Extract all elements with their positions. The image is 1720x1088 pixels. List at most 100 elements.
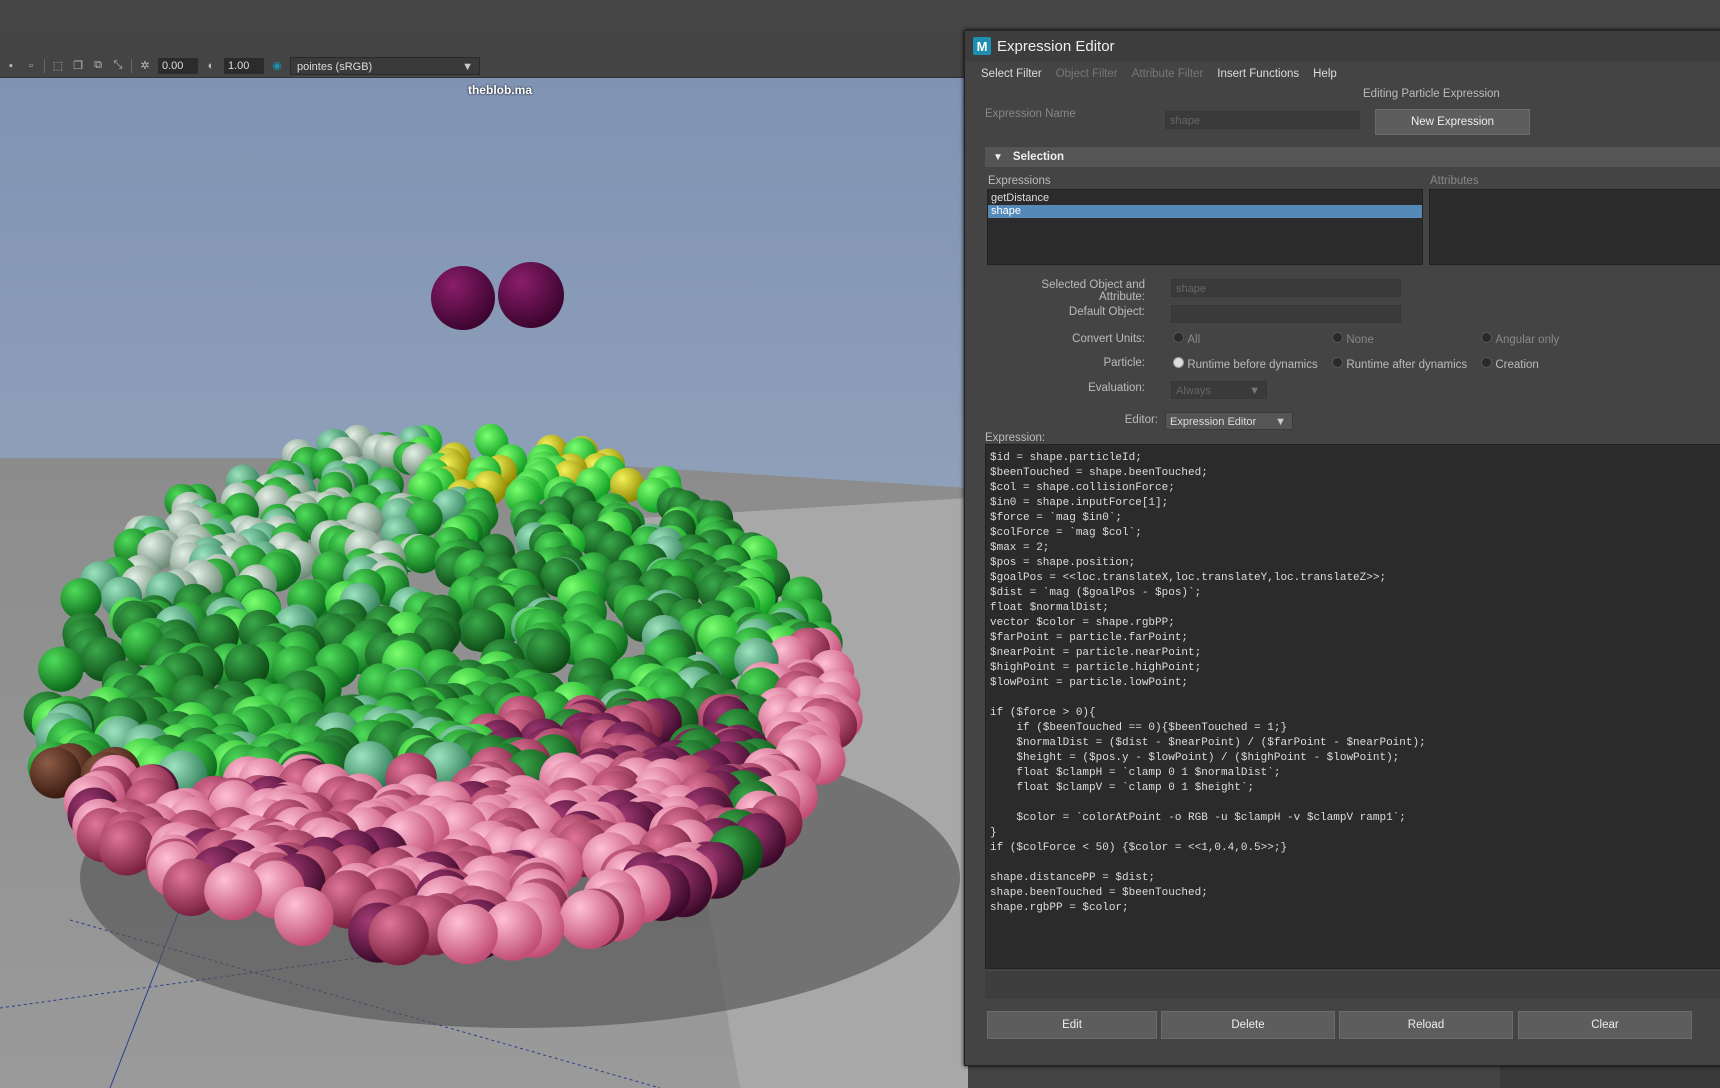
list-item-getdistance[interactable]: getDistance bbox=[988, 192, 1422, 205]
chevron-down-icon: ▼ bbox=[462, 60, 473, 73]
expression-label: Expression: bbox=[985, 432, 1046, 444]
code-line: $color = `colorAtPoint -o RGB -u $clampH… bbox=[990, 812, 1406, 824]
code-line: $goalPos = <<loc.translateX,loc.translat… bbox=[990, 572, 1387, 584]
delete-button[interactable]: Delete bbox=[1161, 1011, 1335, 1039]
colorspace-dropdown[interactable]: pointes (sRGB) ▼ bbox=[290, 56, 480, 75]
menu-bar: Select Filter Object Filter Attribute Fi… bbox=[965, 63, 1720, 85]
code-line: $dist = `mag ($goalPos - $pos)`; bbox=[990, 587, 1202, 599]
code-line: shape.distancePP = $dist; bbox=[990, 872, 1156, 884]
editor-value: Expression Editor bbox=[1170, 416, 1257, 428]
scene-file-title: theblob.ma bbox=[467, 83, 532, 97]
radio-label: Angular only bbox=[1495, 334, 1560, 346]
code-line: $in0 = shape.inputForce[1]; bbox=[990, 497, 1169, 509]
particle-sphere bbox=[38, 646, 84, 692]
expression-name-label: Expression Name bbox=[985, 108, 1076, 120]
exposure-field[interactable]: 0.00 bbox=[158, 57, 198, 74]
attributes-list-label: Attributes bbox=[1430, 175, 1479, 187]
editor-dropdown[interactable]: Expression Editor ▼ bbox=[1165, 412, 1293, 430]
resize-icon[interactable]: ⤡ bbox=[111, 59, 125, 73]
code-line: if ($force > 0){ bbox=[990, 707, 1096, 719]
chevron-down-icon: ▼ bbox=[1249, 385, 1260, 397]
reload-button[interactable]: Reload bbox=[1339, 1011, 1513, 1039]
toolbar-icon-b[interactable]: ▫ bbox=[24, 59, 38, 73]
window-title: Expression Editor bbox=[997, 37, 1115, 55]
window-titlebar[interactable]: M Expression Editor bbox=[965, 31, 1720, 61]
attributes-list[interactable] bbox=[1429, 189, 1720, 265]
mode-label: Editing Particle Expression bbox=[1363, 88, 1500, 100]
status-area bbox=[985, 971, 1720, 999]
radio-icon bbox=[1481, 357, 1492, 368]
selection-section-header[interactable]: ▼ Selection bbox=[985, 147, 1720, 167]
default-object-field[interactable] bbox=[1171, 305, 1401, 323]
convert-units-all-radio[interactable]: All bbox=[1173, 332, 1200, 346]
code-line: float $clampH = `clamp 0 1 $normalDist`; bbox=[990, 767, 1281, 779]
gamma-field[interactable]: 1.00 bbox=[224, 57, 264, 74]
code-line: $beenTouched = shape.beenTouched; bbox=[990, 467, 1208, 479]
code-line: $force = `mag $in0`; bbox=[990, 512, 1123, 524]
new-expression-button[interactable]: New Expression bbox=[1375, 109, 1530, 135]
creation-radio[interactable]: Creation bbox=[1481, 357, 1539, 371]
menu-insert-functions[interactable]: Insert Functions bbox=[1217, 68, 1299, 80]
3d-viewport[interactable] bbox=[0, 78, 968, 1088]
evaluation-label: Evaluation: bbox=[1088, 382, 1145, 394]
particle-sphere bbox=[437, 903, 498, 965]
code-line: $pos = shape.position; bbox=[990, 557, 1136, 569]
selected-object-label: Selected Object and Attribute: bbox=[1041, 279, 1145, 303]
convert-units-none-radio[interactable]: None bbox=[1332, 332, 1374, 346]
convert-units-angular-radio[interactable]: Angular only bbox=[1481, 332, 1559, 346]
evaluation-dropdown[interactable]: Always ▼ bbox=[1171, 381, 1267, 399]
code-line: shape.beenTouched = $beenTouched; bbox=[990, 887, 1208, 899]
radio-label: Creation bbox=[1495, 359, 1539, 371]
code-line: $colForce = `mag $col`; bbox=[990, 527, 1142, 539]
expression-code-editor[interactable]: $id = shape.particleId; $beenTouched = sh… bbox=[985, 444, 1720, 969]
selected-object-field[interactable]: shape bbox=[1171, 279, 1401, 297]
menu-attribute-filter[interactable]: Attribute Filter bbox=[1132, 68, 1204, 80]
select-icon[interactable]: ⬚ bbox=[51, 59, 65, 73]
menu-help[interactable]: Help bbox=[1313, 68, 1337, 80]
layers-icon[interactable]: ⧉ bbox=[91, 59, 105, 73]
particle-label: Particle: bbox=[1103, 357, 1145, 369]
code-line: shape.rgbPP = $color; bbox=[990, 902, 1129, 914]
runtime-after-radio[interactable]: Runtime after dynamics bbox=[1332, 357, 1467, 371]
list-item-shape[interactable]: shape bbox=[988, 205, 1422, 218]
code-line: $col = shape.collisionForce; bbox=[990, 482, 1175, 494]
particle-sphere bbox=[98, 820, 155, 876]
expression-editor-window: M Expression Editor Select Filter Object… bbox=[964, 30, 1720, 1066]
code-line: float $normalDist; bbox=[990, 602, 1109, 614]
particle-sphere bbox=[204, 862, 263, 921]
code-line: vector $color = shape.rgbPP; bbox=[990, 617, 1175, 629]
convert-units-label: Convert Units: bbox=[1072, 333, 1145, 345]
radio-label: All bbox=[1187, 334, 1201, 346]
clear-button[interactable]: Clear bbox=[1518, 1011, 1692, 1039]
code-line: if ($beenTouched == 0){$beenTouched = 1;… bbox=[990, 722, 1288, 734]
collapse-triangle-icon: ▼ bbox=[993, 152, 1003, 163]
radio-label: None bbox=[1346, 334, 1374, 346]
expressions-list-label: Expressions bbox=[988, 175, 1051, 187]
menu-select-filter[interactable]: Select Filter bbox=[981, 68, 1042, 80]
expression-name-field[interactable]: shape bbox=[1165, 111, 1360, 129]
code-line: $height = ($pos.y - $lowPoint) / ($highP… bbox=[990, 752, 1400, 764]
expressions-list[interactable]: getDistance shape bbox=[987, 189, 1423, 265]
exposure-icon[interactable]: ✲ bbox=[138, 59, 152, 73]
copy-icon[interactable]: ❐ bbox=[71, 59, 85, 73]
radio-icon bbox=[1332, 332, 1343, 343]
selection-header-label: Selection bbox=[1012, 151, 1065, 163]
code-line: $max = 2; bbox=[990, 542, 1050, 554]
particle-sphere bbox=[559, 889, 619, 950]
runtime-before-radio[interactable]: Runtime before dynamics bbox=[1173, 357, 1318, 371]
menu-object-filter[interactable]: Object Filter bbox=[1056, 68, 1118, 80]
colorspace-icon[interactable]: ◉ bbox=[270, 59, 284, 73]
code-line: $normalDist = ($dist - $nearPoint) / ($f… bbox=[990, 737, 1426, 749]
evaluation-value: Always bbox=[1176, 385, 1211, 397]
radio-label: Runtime before dynamics bbox=[1187, 359, 1318, 371]
colorspace-value: pointes (sRGB) bbox=[297, 60, 373, 73]
blob-eye bbox=[498, 262, 564, 328]
code-line: if ($colForce < 50) {$color = <<1,0.4,0.… bbox=[990, 842, 1288, 854]
code-line: $lowPoint = particle.lowPoint; bbox=[990, 677, 1189, 689]
code-line: $id = shape.particleId; bbox=[990, 452, 1142, 464]
toolbar-icon-a[interactable]: ▪ bbox=[4, 59, 18, 73]
edit-button[interactable]: Edit bbox=[987, 1011, 1157, 1039]
gamma-icon[interactable]: ◐ bbox=[204, 59, 218, 73]
